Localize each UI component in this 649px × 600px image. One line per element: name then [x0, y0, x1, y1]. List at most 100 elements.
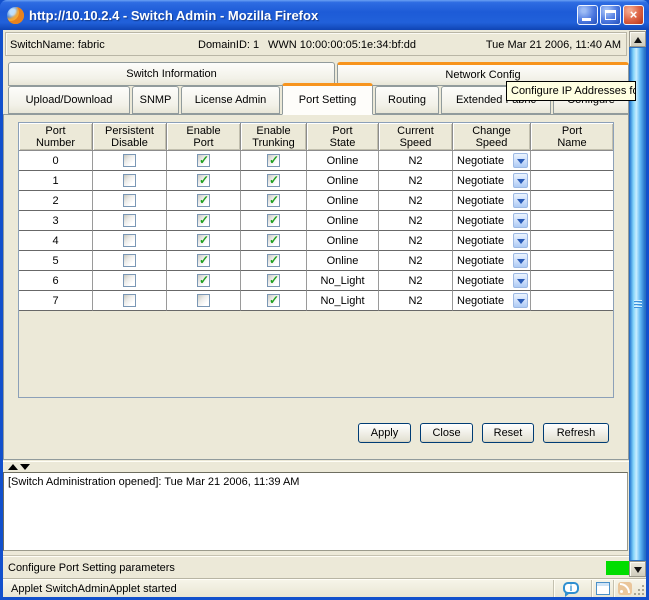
vertical-scrollbar[interactable]: [629, 31, 646, 577]
enable-trunking-checkbox[interactable]: [267, 294, 280, 307]
chevron-down-icon[interactable]: [513, 213, 528, 228]
port-name-cell[interactable]: [531, 231, 613, 251]
info-bubble-icon[interactable]: i: [563, 582, 579, 594]
persistent-disable-cell: [93, 211, 167, 231]
chevron-down-icon[interactable]: [513, 173, 528, 188]
port-name-cell[interactable]: [531, 251, 613, 271]
domain-id-label: DomainID: 1: [198, 39, 259, 51]
enable-port-checkbox[interactable]: [197, 234, 210, 247]
enable-trunking-checkbox[interactable]: [267, 154, 280, 167]
refresh-button[interactable]: Refresh: [543, 423, 609, 443]
change-speed-dropdown[interactable]: Negotiate: [453, 271, 531, 291]
collapse-down-icon[interactable]: [20, 464, 30, 470]
change-speed-dropdown[interactable]: Negotiate: [453, 251, 531, 271]
chevron-down-icon[interactable]: [513, 293, 528, 308]
close-panel-button[interactable]: Close: [420, 423, 473, 443]
change-speed-dropdown[interactable]: Negotiate: [453, 191, 531, 211]
current-speed-cell: N2: [379, 291, 453, 311]
enable-trunking-checkbox[interactable]: [267, 254, 280, 267]
tooltip: Configure IP Addresses for Ethe: [506, 81, 636, 101]
chevron-down-icon[interactable]: [513, 153, 528, 168]
enable-port-checkbox[interactable]: [197, 294, 210, 307]
change-speed-dropdown[interactable]: Negotiate: [453, 231, 531, 251]
port-name-cell[interactable]: [531, 271, 613, 291]
port-name-cell[interactable]: [531, 171, 613, 191]
enable-trunking-cell: [241, 191, 307, 211]
chevron-down-icon[interactable]: [513, 253, 528, 268]
reset-button[interactable]: Reset: [482, 423, 534, 443]
persistent-disable-checkbox[interactable]: [123, 254, 136, 267]
enable-port-checkbox[interactable]: [197, 214, 210, 227]
window-controls: ×: [577, 5, 644, 25]
rss-feed-icon[interactable]: [618, 582, 632, 595]
status-segment-info: i: [553, 580, 591, 597]
port-name-cell[interactable]: [531, 191, 613, 211]
persistent-disable-checkbox[interactable]: [123, 274, 136, 287]
popup-blocker-icon[interactable]: [596, 582, 610, 595]
current-speed-cell: N2: [379, 251, 453, 271]
enable-port-cell: [167, 211, 241, 231]
persistent-disable-cell: [93, 271, 167, 291]
port-name-cell[interactable]: [531, 291, 613, 311]
persistent-disable-checkbox[interactable]: [123, 154, 136, 167]
enable-trunking-checkbox[interactable]: [267, 274, 280, 287]
tab-upload-download[interactable]: Upload/Download: [8, 86, 130, 114]
scroll-down-button[interactable]: [629, 561, 646, 577]
scroll-up-button[interactable]: [629, 31, 646, 47]
enable-trunking-cell: [241, 291, 307, 311]
tab-port-setting[interactable]: Port Setting: [282, 83, 373, 115]
chevron-down-icon[interactable]: [513, 193, 528, 208]
header-port-state: Port State: [307, 123, 379, 151]
tab-snmp[interactable]: SNMP: [132, 86, 179, 114]
change-speed-value: Negotiate: [457, 235, 504, 247]
change-speed-dropdown[interactable]: Negotiate: [453, 291, 531, 311]
chevron-down-icon[interactable]: [513, 273, 528, 288]
minimize-button[interactable]: [577, 5, 598, 25]
enable-port-cell: [167, 231, 241, 251]
table-row: 3 Online N2 Negotiate: [19, 211, 613, 231]
change-speed-dropdown[interactable]: Negotiate: [453, 151, 531, 171]
chevron-down-icon[interactable]: [513, 233, 528, 248]
port-number-cell: 1: [19, 171, 93, 191]
port-name-cell[interactable]: [531, 151, 613, 171]
change-speed-dropdown[interactable]: Negotiate: [453, 211, 531, 231]
log-splitter[interactable]: [3, 461, 629, 471]
table-row: 0 Online N2 Negotiate: [19, 151, 613, 171]
change-speed-dropdown[interactable]: Negotiate: [453, 171, 531, 191]
close-button[interactable]: ×: [623, 5, 644, 25]
persistent-disable-cell: [93, 291, 167, 311]
enable-port-checkbox[interactable]: [197, 174, 210, 187]
enable-trunking-checkbox[interactable]: [267, 214, 280, 227]
maximize-button[interactable]: [600, 5, 621, 25]
change-speed-value: Negotiate: [457, 295, 504, 307]
enable-trunking-checkbox[interactable]: [267, 174, 280, 187]
enable-port-checkbox[interactable]: [197, 254, 210, 267]
persistent-disable-checkbox[interactable]: [123, 194, 136, 207]
collapse-up-icon[interactable]: [8, 464, 18, 470]
persistent-disable-checkbox[interactable]: [123, 234, 136, 247]
port-state-cell: Online: [307, 171, 379, 191]
firefox-window: http://10.10.2.4 - Switch Admin - Mozill…: [0, 0, 649, 600]
enable-port-cell: [167, 271, 241, 291]
resize-grip[interactable]: [632, 583, 644, 595]
port-number-cell: 6: [19, 271, 93, 291]
persistent-disable-checkbox[interactable]: [123, 294, 136, 307]
port-name-cell[interactable]: [531, 211, 613, 231]
tab-routing[interactable]: Routing: [375, 86, 439, 114]
enable-port-checkbox[interactable]: [197, 274, 210, 287]
header-persistent-disable: Persistent Disable: [93, 123, 167, 151]
enable-trunking-checkbox[interactable]: [267, 194, 280, 207]
persistent-disable-checkbox[interactable]: [123, 174, 136, 187]
switch-info-bar: SwitchName: fabric DomainID: 1 WWN 10:00…: [5, 32, 627, 56]
tab-license-admin[interactable]: License Admin: [181, 86, 280, 114]
title-bar[interactable]: http://10.10.2.4 - Switch Admin - Mozill…: [0, 0, 649, 30]
scrollbar-thumb[interactable]: [629, 47, 646, 561]
enable-trunking-checkbox[interactable]: [267, 234, 280, 247]
change-speed-value: Negotiate: [457, 275, 504, 287]
enable-port-checkbox[interactable]: [197, 194, 210, 207]
persistent-disable-checkbox[interactable]: [123, 214, 136, 227]
port-state-cell: Online: [307, 251, 379, 271]
log-panel[interactable]: [Switch Administration opened]: Tue Mar …: [3, 472, 628, 551]
apply-button[interactable]: Apply: [358, 423, 411, 443]
enable-port-checkbox[interactable]: [197, 154, 210, 167]
